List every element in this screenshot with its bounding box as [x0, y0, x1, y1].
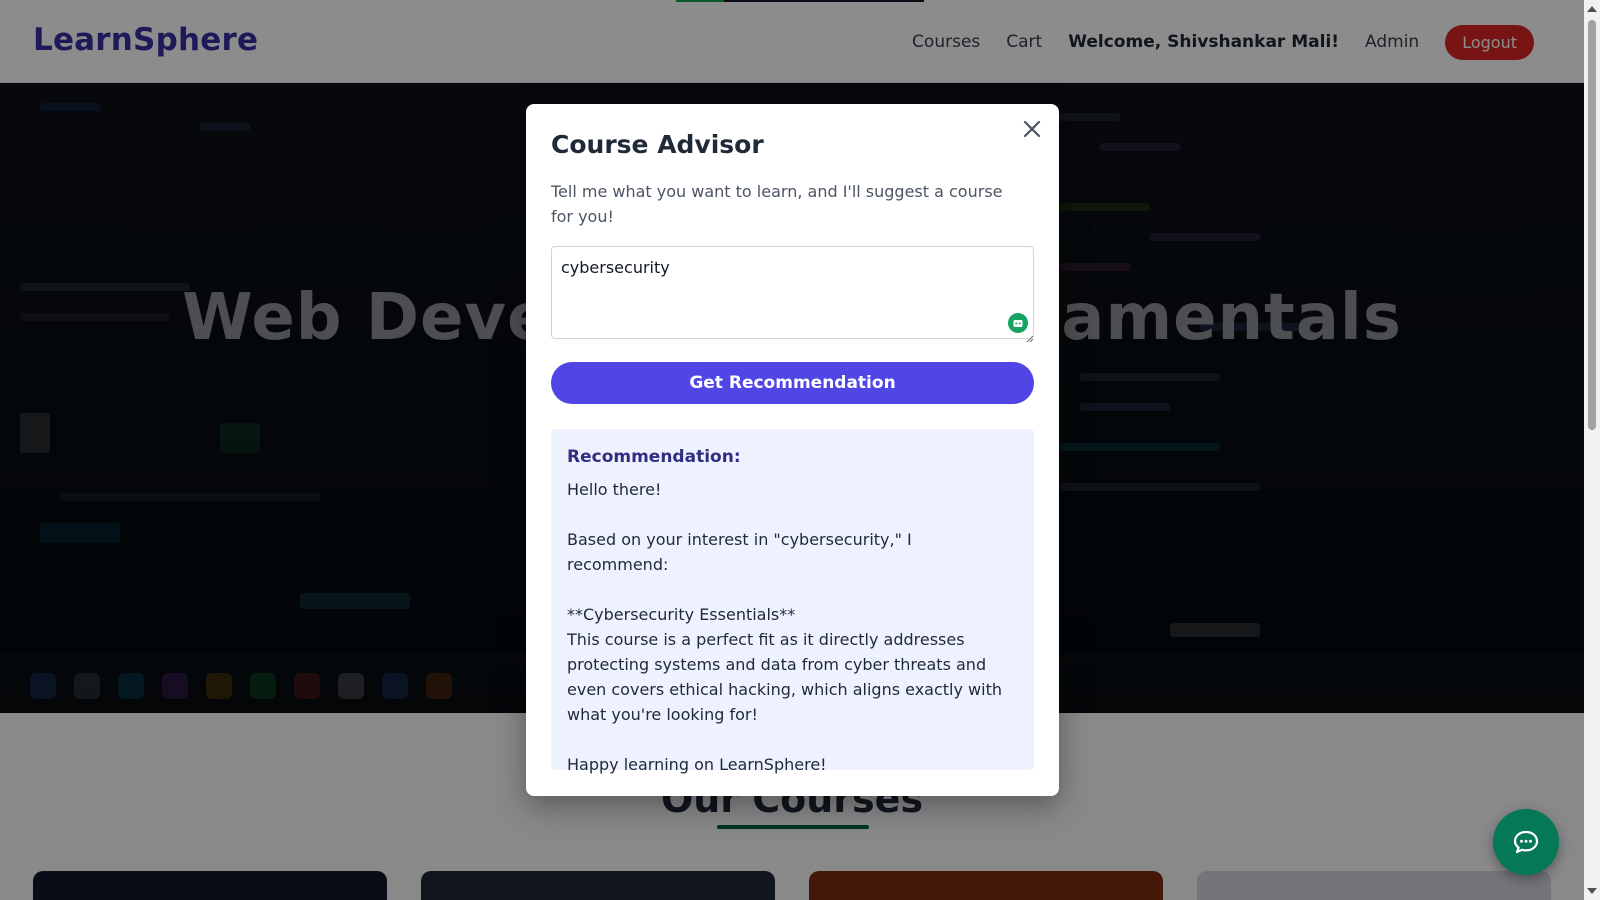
- scrollbar-thumb[interactable]: [1588, 20, 1596, 430]
- recommendation-text: Hello there! Based on your interest in "…: [567, 480, 1002, 774]
- close-icon[interactable]: [1019, 116, 1045, 142]
- recommendation-result: Recommendation: Hello there! Based on yo…: [551, 429, 1034, 774]
- course-advisor-modal: Course Advisor Tell me what you want to …: [526, 104, 1059, 796]
- scroll-up-arrow[interactable]: [1587, 6, 1597, 12]
- recommendation-label: Recommendation:: [567, 447, 741, 467]
- modal-description: Tell me what you want to learn, and I'll…: [551, 182, 1003, 226]
- modal-title: Course Advisor: [551, 130, 764, 159]
- get-recommendation-button[interactable]: Get Recommendation: [551, 362, 1034, 404]
- learning-interest-input[interactable]: [551, 246, 1034, 339]
- textarea-resize-handle[interactable]: [1026, 328, 1034, 343]
- chat-icon: [1513, 830, 1539, 854]
- grammarly-icon[interactable]: [1008, 313, 1028, 333]
- page-scrollbar[interactable]: [1584, 0, 1600, 900]
- chat-button[interactable]: [1493, 809, 1559, 875]
- scroll-down-arrow[interactable]: [1587, 888, 1597, 894]
